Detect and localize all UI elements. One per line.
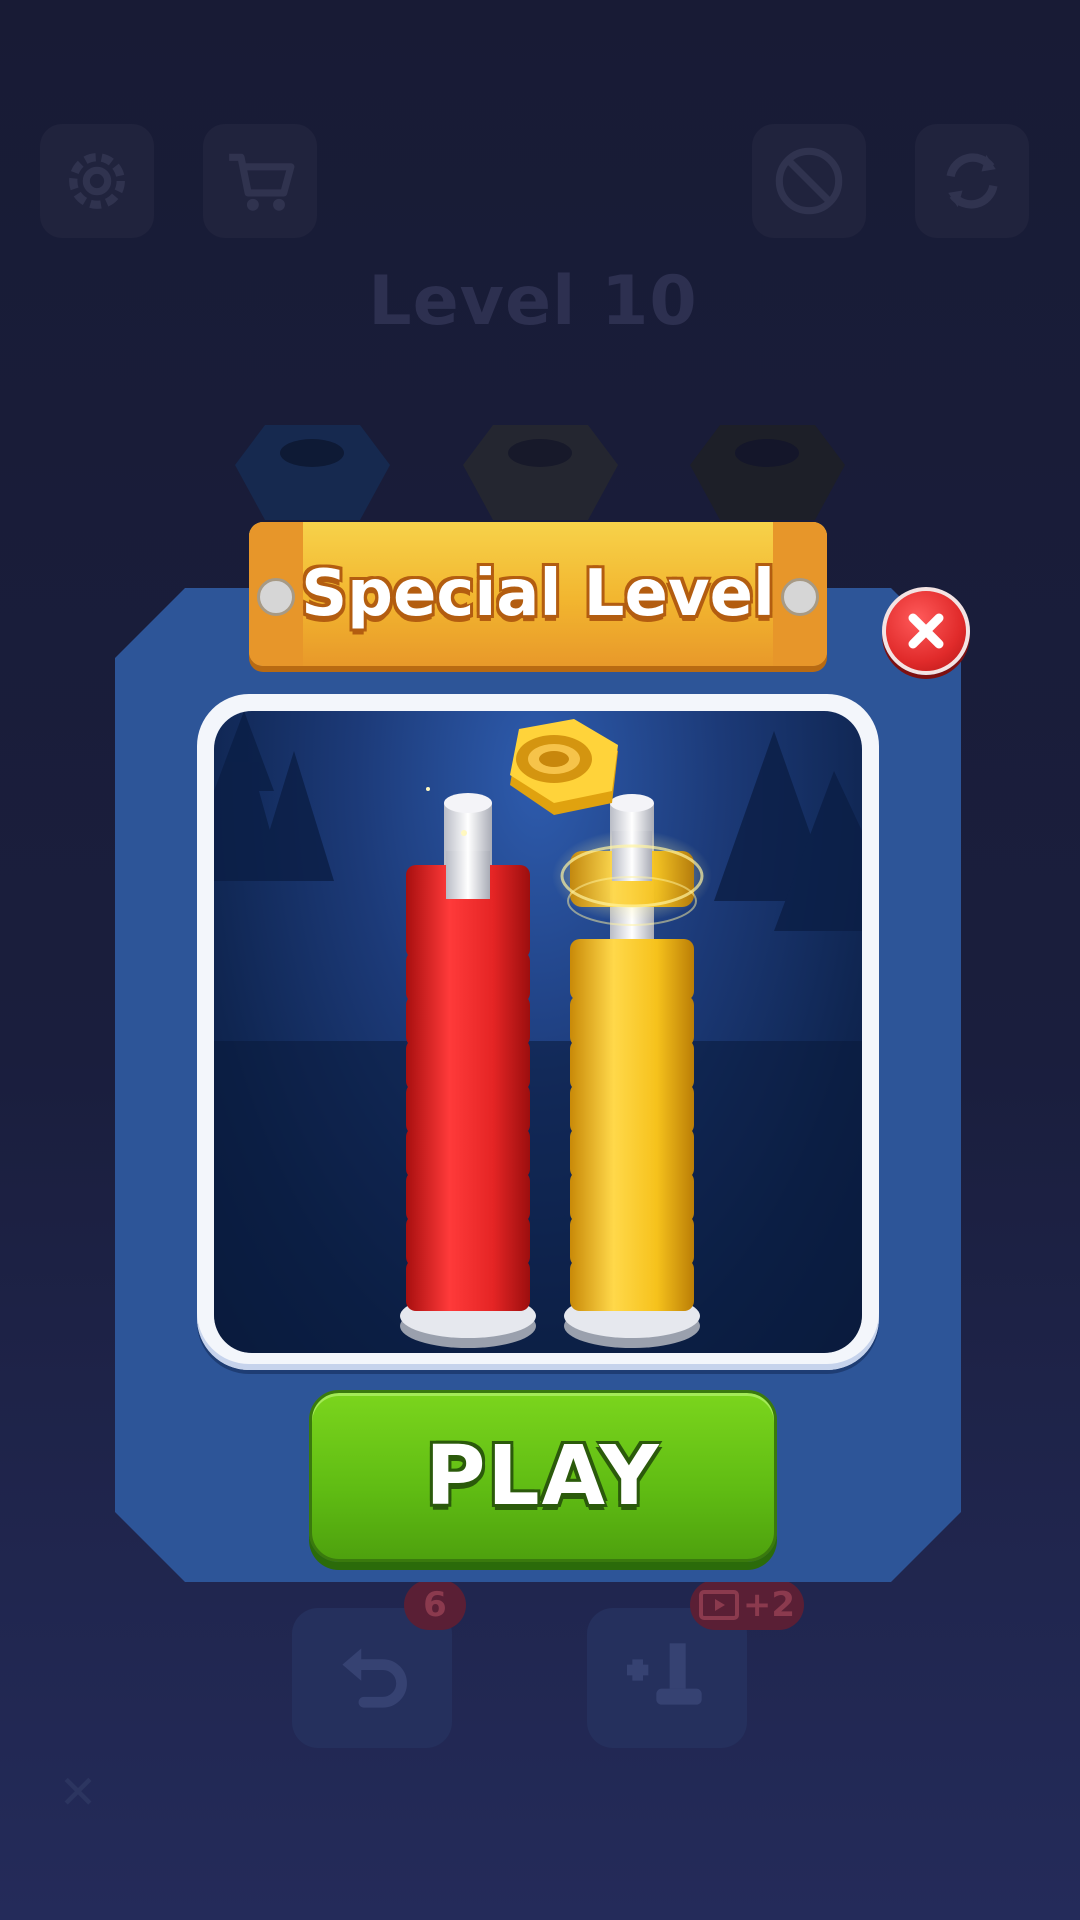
preview-image <box>214 711 862 1353</box>
restart-icon <box>946 153 998 209</box>
undo-count-badge: 6 <box>404 1580 466 1630</box>
no-ads-button[interactable] <box>752 124 866 238</box>
bolt-dark-2 <box>690 425 845 520</box>
play-button[interactable]: PLAY <box>309 1390 777 1562</box>
settings-icon <box>69 153 125 209</box>
settings-button[interactable] <box>40 124 154 238</box>
close-icon <box>908 613 944 649</box>
title-ribbon: Special Level <box>249 522 827 666</box>
video-ad-icon <box>698 1590 739 1620</box>
bolt-dark-1 <box>463 425 618 520</box>
level-title: Level 10 <box>368 262 698 341</box>
close-x-icon[interactable]: ✕ <box>56 1769 100 1815</box>
cart-icon <box>229 153 295 211</box>
modal-title: Special Level <box>301 557 775 631</box>
yellow-bolt-stack <box>552 794 712 1348</box>
play-label: PLAY <box>425 1428 661 1524</box>
shop-button[interactable] <box>203 124 317 238</box>
preview-scene <box>214 711 862 1353</box>
add-bolt-badge: +2 <box>690 1580 804 1630</box>
bolt-blue <box>235 425 390 520</box>
undo-icon <box>342 1648 407 1708</box>
floating-yellow-nut <box>510 719 618 815</box>
no-ads-icon <box>775 147 843 215</box>
restart-button[interactable] <box>915 124 1029 238</box>
add-bolt-icon <box>627 1643 702 1705</box>
close-button[interactable] <box>882 587 970 675</box>
red-bolt-stack <box>400 793 536 1348</box>
